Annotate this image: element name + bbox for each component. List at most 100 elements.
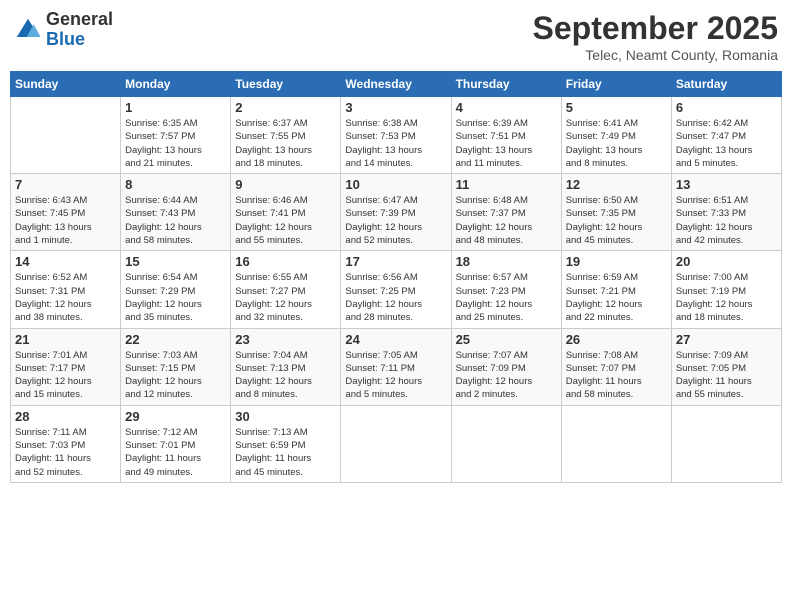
calendar-cell: 16 Sunrise: 6:55 AM Sunset: 7:27 PM Dayli… [231,251,341,328]
calendar-week-row: 14Sunrise: 6:52 AM Sunset: 7:31 PM Dayli… [11,251,782,328]
day-info: Sunrise: 7:08 AM Sunset: 7:07 PM Dayligh… [566,349,667,402]
calendar-cell: 18 Sunrise: 6:57 AM Sunset: 7:23 PM Dayli… [451,251,561,328]
day-of-week-header: Sunday [11,72,121,97]
day-number: 8 [125,177,226,192]
day-info: Sunrise: 6:50 AM Sunset: 7:35 PM Dayligh… [566,194,667,247]
calendar-table: SundayMondayTuesdayWednesdayThursdayFrid… [10,71,782,483]
calendar-cell: 2 Sunrise: 6:37 AM Sunset: 7:55 PM Daylig… [231,97,341,174]
calendar-cell: 6 Sunrise: 6:42 AM Sunset: 7:47 PM Daylig… [671,97,781,174]
calendar-cell: 19 Sunrise: 6:59 AM Sunset: 7:21 PM Dayli… [561,251,671,328]
logo-text: General Blue [46,10,113,50]
day-info: Sunrise: 6:56 AM Sunset: 7:25 PM Dayligh… [345,271,446,324]
day-number: 13 [676,177,777,192]
day-number: 24 [345,332,446,347]
calendar-cell: 29 Sunrise: 7:12 AM Sunset: 7:01 PM Dayli… [121,405,231,482]
day-number: 10 [345,177,446,192]
day-number: 5 [566,100,667,115]
day-number: 27 [676,332,777,347]
calendar-cell: 8 Sunrise: 6:44 AM Sunset: 7:43 PM Daylig… [121,174,231,251]
day-number: 11 [456,177,557,192]
day-info: Sunrise: 7:07 AM Sunset: 7:09 PM Dayligh… [456,349,557,402]
calendar-week-row: 1 Sunrise: 6:35 AM Sunset: 7:57 PM Daylig… [11,97,782,174]
calendar-cell [671,405,781,482]
calendar-cell: 1 Sunrise: 6:35 AM Sunset: 7:57 PM Daylig… [121,97,231,174]
location-subtitle: Telec, Neamt County, Romania [533,47,778,63]
calendar-cell [451,405,561,482]
day-info: Sunrise: 6:44 AM Sunset: 7:43 PM Dayligh… [125,194,226,247]
day-info: Sunrise: 7:05 AM Sunset: 7:11 PM Dayligh… [345,349,446,402]
calendar-cell: 14Sunrise: 6:52 AM Sunset: 7:31 PM Dayli… [11,251,121,328]
day-info: Sunrise: 7:09 AM Sunset: 7:05 PM Dayligh… [676,349,777,402]
calendar-cell: 28 Sunrise: 7:11 AM Sunset: 7:03 PM Dayli… [11,405,121,482]
day-info: Sunrise: 7:04 AM Sunset: 7:13 PM Dayligh… [235,349,336,402]
calendar-cell: 27 Sunrise: 7:09 AM Sunset: 7:05 PM Dayli… [671,328,781,405]
day-info: Sunrise: 6:39 AM Sunset: 7:51 PM Dayligh… [456,117,557,170]
logo-blue: Blue [46,29,85,49]
calendar-cell: 15 Sunrise: 6:54 AM Sunset: 7:29 PM Dayli… [121,251,231,328]
day-info: Sunrise: 6:35 AM Sunset: 7:57 PM Dayligh… [125,117,226,170]
day-number: 26 [566,332,667,347]
day-number: 22 [125,332,226,347]
calendar-cell: 25 Sunrise: 7:07 AM Sunset: 7:09 PM Dayli… [451,328,561,405]
day-number: 3 [345,100,446,115]
day-number: 23 [235,332,336,347]
day-info: Sunrise: 6:43 AM Sunset: 7:45 PM Dayligh… [15,194,116,247]
day-number: 12 [566,177,667,192]
day-of-week-header: Friday [561,72,671,97]
day-of-week-header: Wednesday [341,72,451,97]
day-of-week-header: Tuesday [231,72,341,97]
calendar-week-row: 28 Sunrise: 7:11 AM Sunset: 7:03 PM Dayli… [11,405,782,482]
calendar-cell: 23 Sunrise: 7:04 AM Sunset: 7:13 PM Dayli… [231,328,341,405]
calendar-cell: 17 Sunrise: 6:56 AM Sunset: 7:25 PM Dayli… [341,251,451,328]
day-info: Sunrise: 6:57 AM Sunset: 7:23 PM Dayligh… [456,271,557,324]
day-number: 30 [235,409,336,424]
day-info: Sunrise: 6:37 AM Sunset: 7:55 PM Dayligh… [235,117,336,170]
day-number: 18 [456,254,557,269]
day-info: Sunrise: 6:42 AM Sunset: 7:47 PM Dayligh… [676,117,777,170]
calendar-cell: 26 Sunrise: 7:08 AM Sunset: 7:07 PM Dayli… [561,328,671,405]
title-block: September 2025 Telec, Neamt County, Roma… [533,10,778,63]
calendar-cell: 3Sunrise: 6:38 AM Sunset: 7:53 PM Daylig… [341,97,451,174]
calendar-cell: 4Sunrise: 6:39 AM Sunset: 7:51 PM Daylig… [451,97,561,174]
logo-general: General [46,9,113,29]
calendar-cell: 12 Sunrise: 6:50 AM Sunset: 7:35 PM Dayli… [561,174,671,251]
day-number: 21 [15,332,116,347]
calendar-cell: 7 Sunrise: 6:43 AM Sunset: 7:45 PM Daylig… [11,174,121,251]
day-number: 17 [345,254,446,269]
day-info: Sunrise: 7:00 AM Sunset: 7:19 PM Dayligh… [676,271,777,324]
calendar-cell [341,405,451,482]
day-info: Sunrise: 6:48 AM Sunset: 7:37 PM Dayligh… [456,194,557,247]
calendar-cell [561,405,671,482]
day-number: 6 [676,100,777,115]
calendar-cell: 10 Sunrise: 6:47 AM Sunset: 7:39 PM Dayli… [341,174,451,251]
day-info: Sunrise: 6:59 AM Sunset: 7:21 PM Dayligh… [566,271,667,324]
calendar-week-row: 7 Sunrise: 6:43 AM Sunset: 7:45 PM Daylig… [11,174,782,251]
calendar-cell: 11 Sunrise: 6:48 AM Sunset: 7:37 PM Dayli… [451,174,561,251]
calendar-header-row: SundayMondayTuesdayWednesdayThursdayFrid… [11,72,782,97]
day-info: Sunrise: 7:12 AM Sunset: 7:01 PM Dayligh… [125,426,226,479]
logo: General Blue [14,10,113,50]
day-info: Sunrise: 6:47 AM Sunset: 7:39 PM Dayligh… [345,194,446,247]
day-info: Sunrise: 7:11 AM Sunset: 7:03 PM Dayligh… [15,426,116,479]
day-info: Sunrise: 7:13 AM Sunset: 6:59 PM Dayligh… [235,426,336,479]
day-number: 28 [15,409,116,424]
day-number: 2 [235,100,336,115]
calendar-cell: 9Sunrise: 6:46 AM Sunset: 7:41 PM Daylig… [231,174,341,251]
calendar-cell: 24 Sunrise: 7:05 AM Sunset: 7:11 PM Dayli… [341,328,451,405]
day-number: 15 [125,254,226,269]
day-number: 7 [15,177,116,192]
calendar-week-row: 21Sunrise: 7:01 AM Sunset: 7:17 PM Dayli… [11,328,782,405]
day-number: 9 [235,177,336,192]
day-number: 25 [456,332,557,347]
day-number: 16 [235,254,336,269]
day-of-week-header: Thursday [451,72,561,97]
day-of-week-header: Monday [121,72,231,97]
day-number: 1 [125,100,226,115]
day-number: 29 [125,409,226,424]
page-header: General Blue September 2025 Telec, Neamt… [10,10,782,63]
day-of-week-header: Saturday [671,72,781,97]
day-info: Sunrise: 6:54 AM Sunset: 7:29 PM Dayligh… [125,271,226,324]
day-number: 19 [566,254,667,269]
calendar-cell [11,97,121,174]
day-info: Sunrise: 6:55 AM Sunset: 7:27 PM Dayligh… [235,271,336,324]
